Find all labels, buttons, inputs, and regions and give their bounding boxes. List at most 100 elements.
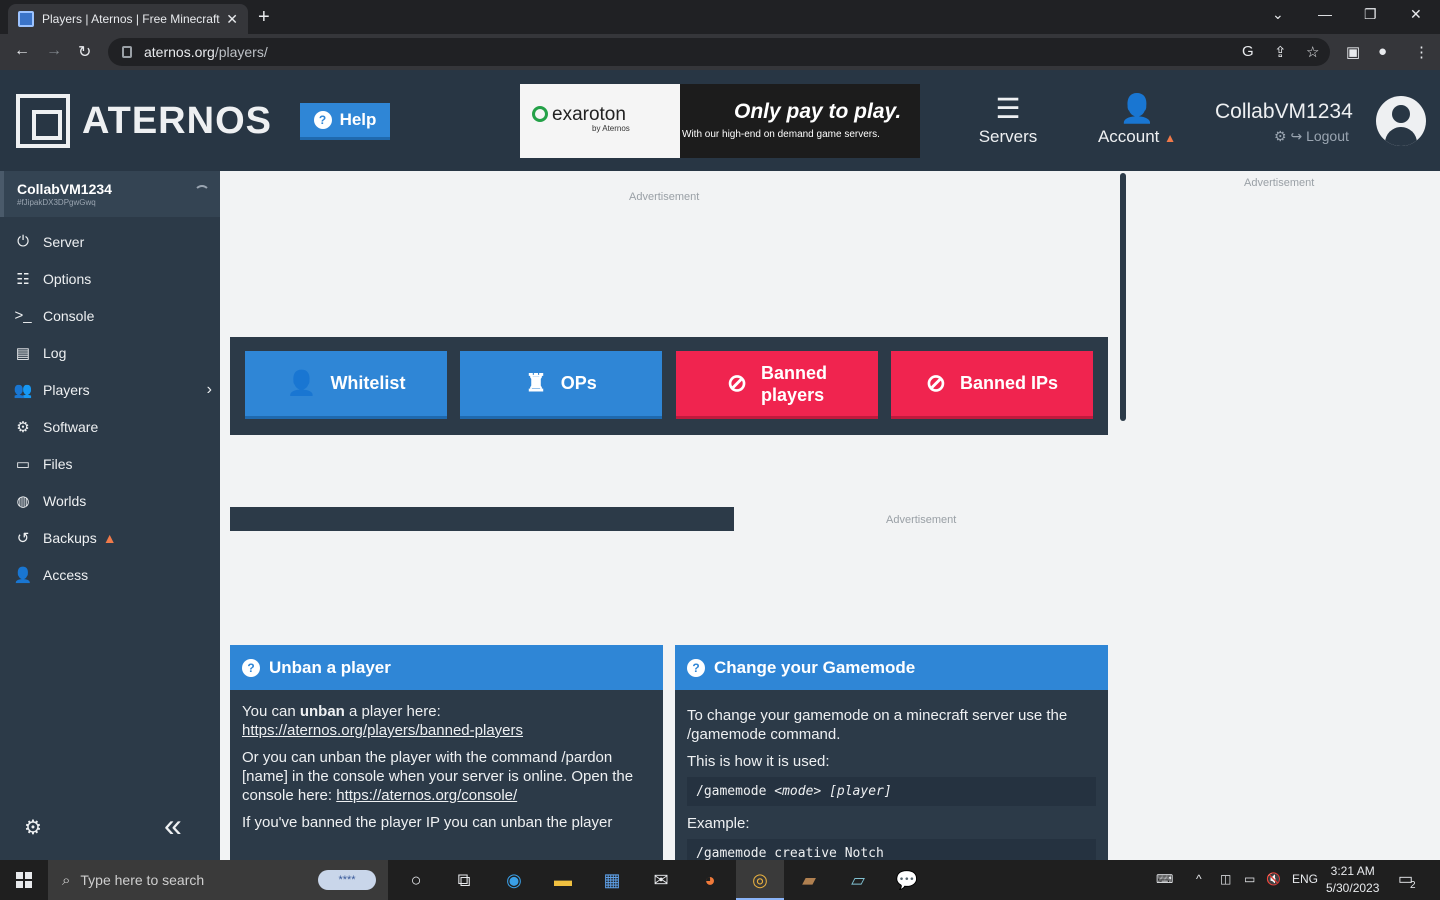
bookmark-star-icon[interactable]: ☆ [1306,43,1319,61]
feedback-hub-icon[interactable]: 💬 [894,868,920,892]
avatar[interactable] [1376,96,1426,146]
gamemode-card-title: Change your Gamemode [714,657,916,677]
sidebar-item-server[interactable]: ⏻ Server [0,223,220,260]
side-panel-icon[interactable]: ▣ [1346,43,1360,61]
sidebar-item-access[interactable]: 👤 Access [0,556,220,593]
windows-start-icon[interactable] [16,872,32,888]
nav-account[interactable]: 👤 Account ▲ [1092,92,1182,147]
task-view-icon[interactable]: ⧉ [451,868,477,892]
password-tray-icon: **** [318,870,376,890]
whitelist-button[interactable]: 👤 Whitelist [245,351,447,419]
exaroton-ad-banner[interactable]: exaroton by Aternos Only pay to play. Wi… [520,84,920,158]
warning-icon: ▲ [102,529,117,546]
sidebar-item-label: Console [43,307,95,324]
nav-servers-label: Servers [978,127,1038,146]
gamemode-p2: This is how it is used: [687,753,830,770]
back-icon[interactable]: ← [14,42,30,60]
settings-gear-icon[interactable]: ⚙ [1274,128,1287,144]
files-icon: ▭ [15,455,31,473]
profile-icon[interactable]: ● [1378,43,1387,60]
gamemode-p1: To change your gamemode on a minecraft s… [687,707,1068,743]
sidebar-item-console[interactable]: >_ Console [0,297,220,334]
sidebar-item-options[interactable]: ☷ Options [0,260,220,297]
firefox-icon[interactable]: ◕ [697,868,723,892]
banned-players-label: Banned players [761,362,827,406]
restore-icon[interactable]: ❐ [1364,6,1377,23]
taskbar-search-input[interactable]: ⌕ Type here to search **** [48,860,388,900]
settings-gear-icon[interactable]: ⚙ [24,815,42,840]
banned-ips-button[interactable]: ⊘ Banned IPs [891,351,1093,419]
show-hidden-icons-icon[interactable]: ^ [1196,872,1202,886]
minimize-icon[interactable]: — [1318,6,1332,22]
ad-scrollbar[interactable] [1120,173,1126,421]
unban-card-body: You can unban a player here: https://ate… [230,690,663,852]
sidebar-item-software[interactable]: ⚙ Software [0,408,220,445]
forward-icon[interactable]: → [46,42,62,60]
ad-headline: Only pay to play. [734,100,902,123]
google-icon[interactable]: G [1242,43,1254,60]
access-icon: 👤 [13,566,33,584]
nav-servers[interactable]: ☰ Servers [976,92,1040,147]
aternos-logo-icon[interactable] [16,94,70,148]
reload-icon[interactable]: ↻ [78,42,91,62]
unban-p1-pre: You can [242,703,300,720]
ops-button[interactable]: ♜ OPs [460,351,662,419]
search-icon: ⌕ [62,871,71,889]
volume-muted-icon[interactable]: 🔇 [1266,872,1281,886]
store-icon[interactable]: ▦ [599,868,625,892]
browser-tab[interactable]: Players | Aternos | Free Minecraft ✕ [8,4,248,34]
help-button[interactable]: ? Help [300,103,390,140]
notepad-icon[interactable]: ▱ [845,868,871,892]
ops-icon: ♜ [525,370,547,397]
edge-icon[interactable]: ◉ [501,868,527,892]
unban-card-header[interactable]: ? Unban a player [230,645,663,690]
language-indicator[interactable]: ENG [1292,872,1318,886]
sidebar-item-label: Files [43,455,73,472]
search-placeholder: Type here to search [80,872,205,888]
console-link[interactable]: https://aternos.org/console/ [336,787,517,804]
ops-label: OPs [560,373,597,393]
url-host: aternos.org [144,44,215,60]
sidebar-item-backups[interactable]: ↺ Backups ▲ [0,519,220,556]
sidebar-item-worlds[interactable]: ◍ Worlds [0,482,220,519]
meet-icon[interactable]: ◫ [1220,872,1231,886]
banned-players-button[interactable]: ⊘ Banned players [676,351,878,419]
system-clock[interactable]: 3:21 AM 5/30/2023 [1326,863,1379,897]
logo-text[interactable]: ATERNOS [82,100,272,143]
user-name[interactable]: CollabVM1234 [1215,100,1353,124]
log-icon: ▤ [15,344,31,362]
unban-p1: You can unban a player here: https://ate… [242,702,651,740]
logout-link[interactable]: ↪ Logout [1290,128,1348,144]
site-header: ATERNOS ? Help exaroton by Aternos Only … [0,70,1440,171]
exaroton-logo-icon [532,106,548,122]
new-tab-icon[interactable]: + [258,6,270,29]
chrome-icon[interactable]: ◎ [747,868,773,892]
package-icon[interactable]: ▰ [796,868,822,892]
server-selector[interactable]: CollabVM1234 #fJipakDX3DPgwGwq [0,171,220,217]
gamemode-card-header[interactable]: ? Change your Gamemode [675,645,1108,690]
tab-search-icon[interactable]: ⌄ [1272,6,1284,23]
gamemode-example-code: /gamemode creative Notch [687,839,1096,860]
address-bar[interactable]: aternos.org/players/ [108,38,1330,66]
close-window-icon[interactable]: ✕ [1410,6,1422,23]
mail-icon[interactable]: ✉ [648,868,674,892]
cortana-icon[interactable]: ○ [403,868,429,892]
banned-players-link[interactable]: https://aternos.org/players/banned-playe… [242,722,523,739]
close-tab-icon[interactable]: ✕ [226,11,238,28]
share-icon[interactable]: ⇪ [1274,43,1287,61]
sidebar-item-log[interactable]: ▤ Log [0,334,220,371]
gamemode-card-body: To change your gamemode on a minecraft s… [675,690,1108,860]
sidebar-item-players[interactable]: 👥 Players › [0,371,220,408]
network-icon[interactable]: ▭ [1244,872,1255,886]
account-icon: 👤 [1119,93,1155,124]
sidebar-item-files[interactable]: ▭ Files [0,445,220,482]
file-explorer-icon[interactable]: ▬ [550,868,576,892]
code-cmd: /gamemode [696,784,775,799]
sidebar-item-label: Backups [43,529,97,546]
sidebar-item-label: Software [43,418,99,435]
kebab-menu-icon[interactable]: ⋮ [1414,43,1429,61]
keyboard-icon[interactable]: ⌨ [1156,872,1173,886]
collapse-sidebar-icon[interactable]: « [164,807,182,844]
player-input-bar[interactable] [230,507,734,531]
unban-p1-bold: unban [299,703,345,720]
